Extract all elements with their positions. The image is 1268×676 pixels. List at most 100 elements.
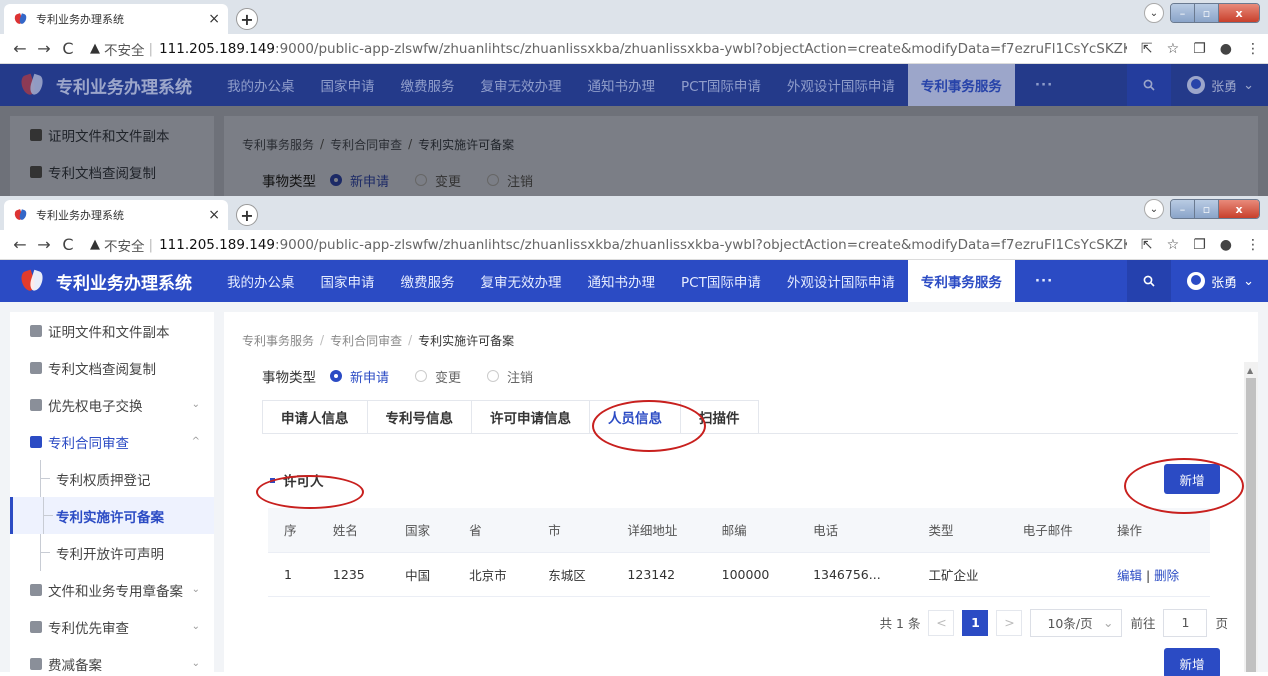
sidebar-item-certificates[interactable]: 证明文件和文件副本 — [10, 312, 214, 349]
pager-prev-button[interactable]: < — [928, 609, 955, 636]
maximize-window-button[interactable]: ▫ — [1195, 200, 1219, 218]
radio-cancel[interactable]: 注销 — [487, 367, 533, 386]
tab-search-dropdown-icon[interactable]: ⌄ — [1144, 3, 1164, 23]
sidebar-subitem-open-license[interactable]: 专利开放许可声明 — [10, 534, 214, 571]
maximize-window-button[interactable]: ▫ — [1195, 4, 1219, 22]
nav-more-button[interactable]: ··· — [1015, 64, 1073, 106]
nav-item-affairs[interactable]: 专利事务服务 — [907, 64, 1015, 106]
scrollbar-thumb[interactable] — [1246, 378, 1256, 672]
tab-patent-number-info[interactable]: 专利号信息 — [366, 400, 472, 433]
breadcrumb-item[interactable]: 专利事务服务 — [242, 136, 314, 153]
sidebar-item-contract-review[interactable]: 专利合同审查 ^ — [10, 423, 214, 460]
app-logo[interactable]: 专利业务办理系统 — [0, 72, 214, 98]
tab-license-application-info[interactable]: 许可申请信息 — [471, 400, 590, 433]
sidebar-item-archives[interactable]: 专利文档查阅复制 — [10, 349, 214, 386]
radio-new-application[interactable]: 新申请 — [330, 171, 389, 190]
minimize-window-button[interactable]: – — [1171, 200, 1195, 218]
nav-item-notices[interactable]: 通知书办理 — [575, 64, 669, 106]
main-scrollbar[interactable]: ▲ — [1244, 362, 1258, 672]
nav-item-fees[interactable]: 缴费服务 — [388, 64, 468, 106]
nav-item-desk[interactable]: 我的办公桌 — [214, 64, 308, 106]
nav-item-design[interactable]: 外观设计国际申请 — [774, 64, 908, 106]
sidebar-item-priority-exchange[interactable]: 优先权电子交换 ⌄ — [10, 386, 214, 423]
nav-item-affairs[interactable]: 专利事务服务 — [907, 260, 1015, 302]
delete-link[interactable]: 删除 — [1154, 568, 1179, 583]
forward-icon[interactable]: → — [32, 235, 56, 254]
nav-item-desk[interactable]: 我的办公桌 — [214, 260, 308, 302]
nav-item-pct[interactable]: PCT国际申请 — [668, 64, 774, 106]
nav-item-national[interactable]: 国家申请 — [308, 64, 388, 106]
nav-item-notices[interactable]: 通知书办理 — [575, 260, 669, 302]
goto-page-input[interactable]: 1 — [1163, 608, 1208, 637]
bookmark-star-icon[interactable]: ☆ — [1167, 41, 1180, 57]
add-second-section-button[interactable]: 新增 — [1164, 648, 1220, 676]
breadcrumb-item[interactable]: 专利合同审查 — [330, 332, 402, 349]
nav-more-button[interactable]: ··· — [1015, 260, 1073, 302]
tab-personnel-info[interactable]: 人员信息 — [589, 400, 681, 433]
add-licensor-button[interactable]: 新增 — [1164, 464, 1220, 494]
close-window-button[interactable]: x — [1219, 200, 1259, 218]
close-tab-icon[interactable]: × — [208, 11, 220, 27]
sidebar-item-certificates[interactable]: 证明文件和文件副本 — [10, 116, 214, 153]
bullet-icon — [270, 477, 275, 483]
sidebar-subitem-pledge[interactable]: 专利权质押登记 — [10, 460, 214, 497]
header-search-icon[interactable] — [1127, 64, 1172, 106]
radio-cancel[interactable]: 注销 — [487, 171, 533, 190]
app-logo[interactable]: 专利业务办理系统 — [0, 268, 214, 294]
edit-link[interactable]: 编辑 — [1117, 568, 1142, 583]
url-field[interactable]: ▲ 不安全 | 111.205.189.149:9000/public-app-… — [90, 39, 1127, 59]
profile-icon[interactable]: ● — [1220, 237, 1232, 253]
browser-tab[interactable]: 专利业务办理系统 × — [4, 4, 228, 34]
bookmark-star-icon[interactable]: ☆ — [1167, 237, 1180, 253]
menu-kebab-icon[interactable]: ⋮ — [1246, 237, 1260, 253]
sidebar-item-fee-reduction[interactable]: 费减备案 ⌄ — [10, 645, 214, 676]
pager-next-button[interactable]: > — [996, 609, 1023, 636]
nav-item-fees[interactable]: 缴费服务 — [388, 260, 468, 302]
close-window-button[interactable]: x — [1219, 4, 1259, 22]
minimize-window-button[interactable]: – — [1171, 4, 1195, 22]
tab-applicant-info[interactable]: 申请人信息 — [262, 400, 368, 433]
tab-scanned-files[interactable]: 扫描件 — [680, 400, 759, 433]
reload-icon[interactable]: C — [56, 235, 80, 254]
menu-kebab-icon[interactable]: ⋮ — [1246, 41, 1260, 57]
sidebar-subitem-license-filing[interactable]: 专利实施许可备案 — [10, 497, 214, 534]
sidebar-item-priority-exam[interactable]: 专利优先审查 ⌄ — [10, 608, 214, 645]
chevron-up-icon: ^ — [191, 436, 200, 447]
radio-change[interactable]: 变更 — [415, 171, 461, 190]
sidebar-item-seal-filing[interactable]: 文件和业务专用章备案 ⌄ — [10, 571, 214, 608]
page-size-select[interactable]: 10条/页 ⌄ — [1030, 608, 1123, 637]
user-menu[interactable]: 张勇 ⌄ — [1171, 76, 1268, 95]
tab-search-dropdown-icon[interactable]: ⌄ — [1144, 199, 1164, 219]
nav-item-review[interactable]: 复审无效办理 — [468, 64, 575, 106]
header-search-icon[interactable] — [1127, 260, 1172, 302]
nav-item-design[interactable]: 外观设计国际申请 — [774, 260, 908, 302]
radio-label: 新申请 — [350, 370, 390, 386]
breadcrumb-item[interactable]: 专利合同审查 — [330, 136, 402, 153]
nav-item-national[interactable]: 国家申请 — [308, 260, 388, 302]
profile-icon[interactable]: ● — [1220, 41, 1232, 57]
back-icon[interactable]: ← — [8, 39, 32, 58]
share-icon[interactable]: ⇱ — [1141, 41, 1153, 57]
back-icon[interactable]: ← — [8, 235, 32, 254]
sidebar-item-archives[interactable]: 专利文档查阅复制 — [10, 153, 214, 190]
scroll-up-icon[interactable]: ▲ — [1247, 366, 1253, 375]
reload-icon[interactable]: C — [56, 39, 80, 58]
breadcrumb-separator: / — [408, 333, 413, 347]
new-tab-button[interactable]: + — [236, 204, 258, 226]
pager-page-1[interactable]: 1 — [962, 609, 989, 636]
sidepanel-icon[interactable]: ❐ — [1193, 41, 1206, 57]
sidepanel-icon[interactable]: ❐ — [1193, 237, 1206, 253]
nav-item-pct[interactable]: PCT国际申请 — [668, 260, 774, 302]
nav-item-review[interactable]: 复审无效办理 — [468, 260, 575, 302]
close-tab-icon[interactable]: × — [208, 207, 220, 223]
forward-icon[interactable]: → — [32, 39, 56, 58]
new-tab-button[interactable]: + — [236, 8, 258, 30]
breadcrumb-item[interactable]: 专利事务服务 — [242, 332, 314, 349]
priority-icon — [30, 620, 42, 633]
radio-change[interactable]: 变更 — [415, 367, 461, 386]
user-menu[interactable]: 张勇 ⌄ — [1171, 272, 1268, 291]
radio-new-application[interactable]: 新申请 — [330, 367, 389, 386]
url-field[interactable]: ▲ 不安全 | 111.205.189.149:9000/public-app-… — [90, 235, 1127, 255]
browser-tab[interactable]: 专利业务办理系统 × — [4, 200, 228, 230]
share-icon[interactable]: ⇱ — [1141, 237, 1153, 253]
